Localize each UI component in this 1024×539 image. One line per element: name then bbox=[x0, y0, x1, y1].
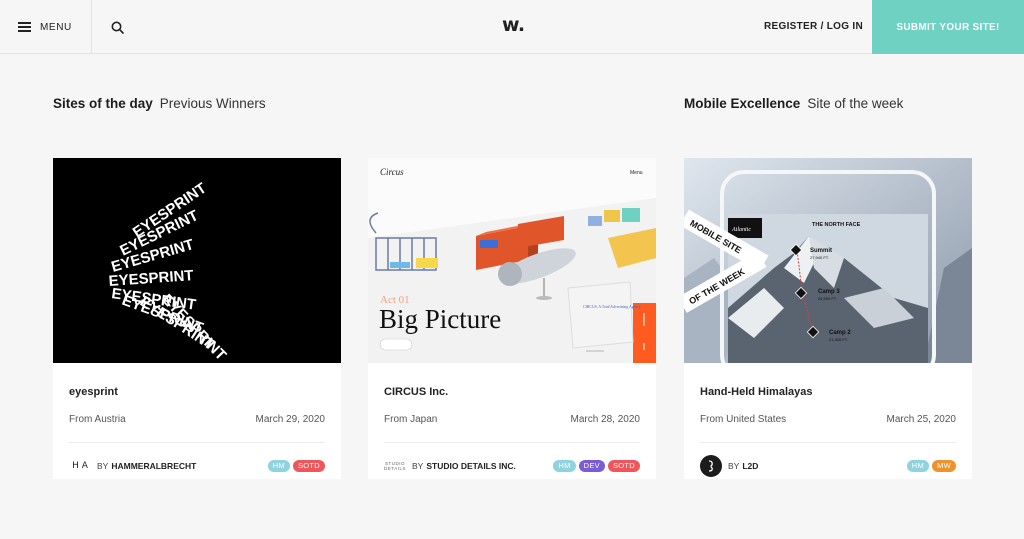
mobile-excellence-tab[interactable]: Mobile Excellence bbox=[684, 96, 800, 111]
brand-logo: THE NORTH FACE bbox=[812, 222, 861, 228]
tag-hm[interactable]: HM bbox=[553, 460, 576, 472]
search-icon bbox=[111, 21, 124, 34]
circus-brand: Circus bbox=[380, 167, 404, 177]
card-date: March 25, 2020 bbox=[886, 414, 957, 425]
circus-headline: Big Picture bbox=[379, 304, 501, 334]
point-summit-alt: 27,940 FT. bbox=[810, 255, 829, 260]
top-nav: MENU w. REGISTER / LOG IN SUBMIT YOUR SI… bbox=[0, 0, 1024, 54]
circus-menu: Menu bbox=[630, 170, 643, 176]
card-country: From Austria bbox=[69, 414, 126, 425]
menu-button[interactable]: MENU bbox=[0, 0, 92, 54]
site-of-the-week-link[interactable]: Site of the week bbox=[807, 96, 903, 111]
card-author: STUDIO DETAILS BY STUDIO DETAILS INC. bbox=[384, 455, 516, 477]
circus-artwork: CIRCUS, A Total Advertising Agency Circu… bbox=[368, 158, 656, 363]
search-button[interactable] bbox=[92, 0, 142, 54]
by-label: BY bbox=[728, 461, 740, 471]
sites-of-the-day-tab[interactable]: Sites of the day bbox=[53, 96, 153, 111]
card-title[interactable]: CIRCUS Inc. bbox=[384, 386, 448, 398]
submit-site-button[interactable]: SUBMIT YOUR SITE! bbox=[872, 0, 1024, 54]
studio-details-logo[interactable]: STUDIO DETAILS bbox=[384, 455, 406, 477]
site-thumbnail[interactable]: CIRCUS, A Total Advertising Agency Circu… bbox=[368, 158, 656, 363]
card-divider bbox=[384, 442, 640, 443]
card-author: BY L2D bbox=[700, 455, 758, 477]
studio-details-logo-text: STUDIO DETAILS bbox=[384, 461, 406, 471]
award-tags: HM SOTD bbox=[267, 460, 325, 472]
site-thumbnail[interactable]: Summit 27,940 FT. Camp 3 24,500 FT. Camp… bbox=[684, 158, 972, 363]
author-name[interactable]: L2D bbox=[742, 461, 758, 471]
awwwards-logo[interactable]: w. bbox=[502, 14, 525, 36]
card-title[interactable]: Hand-Held Himalayas bbox=[700, 386, 812, 398]
award-tags: HM DEV SOTD bbox=[553, 460, 640, 472]
himalayas-artwork: Summit 27,940 FT. Camp 3 24,500 FT. Camp… bbox=[684, 158, 972, 363]
tag-hm[interactable]: HM bbox=[267, 460, 290, 472]
tag-sotd[interactable]: SOTD bbox=[607, 460, 640, 472]
card-title[interactable]: eyesprint bbox=[69, 386, 118, 398]
author-name[interactable]: STUDIO DETAILS INC. bbox=[426, 461, 516, 471]
point-camp2-alt: 21,300 FT. bbox=[829, 337, 848, 342]
card-date: March 28, 2020 bbox=[570, 414, 641, 425]
author-name[interactable]: HAMMERALBRECHT bbox=[111, 461, 196, 471]
tag-mw[interactable]: MW bbox=[932, 460, 956, 472]
point-camp2: Camp 2 bbox=[829, 330, 851, 336]
mobile-excellence-heading: Mobile Excellence Site of the week bbox=[684, 96, 903, 111]
sites-of-the-day-heading: Sites of the day Previous Winners bbox=[53, 96, 266, 111]
award-tags: HM MW bbox=[906, 460, 956, 472]
site-card-hand-held-himalayas[interactable]: Summit 27,940 FT. Camp 3 24,500 FT. Camp… bbox=[684, 158, 972, 479]
point-summit: Summit bbox=[810, 248, 832, 254]
card-divider bbox=[700, 442, 956, 443]
site-card-circus[interactable]: CIRCUS, A Total Advertising Agency Circu… bbox=[368, 158, 656, 479]
tag-sotd[interactable]: SOTD bbox=[292, 460, 325, 472]
by-label: BY bbox=[97, 461, 109, 471]
hamburger-icon bbox=[18, 22, 31, 32]
tag-dev[interactable]: DEV bbox=[578, 460, 605, 472]
hammeralbrecht-logo[interactable]: H A bbox=[69, 455, 91, 477]
previous-winners-link[interactable]: Previous Winners bbox=[160, 96, 266, 111]
l2d-avatar[interactable] bbox=[700, 455, 722, 477]
card-author: H A BY HAMMERALBRECHT bbox=[69, 455, 196, 477]
register-login-link[interactable]: REGISTER / LOG IN bbox=[764, 21, 863, 32]
site-thumbnail[interactable]: EYESPRINT EYESPRINT EYESPRINT EYESPRINT … bbox=[53, 158, 341, 363]
point-camp3: Camp 3 bbox=[818, 289, 840, 295]
eyesprint-artwork: EYESPRINT EYESPRINT EYESPRINT EYESPRINT … bbox=[108, 180, 229, 363]
publisher-logo: Atlantic bbox=[731, 227, 751, 233]
card-divider bbox=[69, 442, 325, 443]
hammeralbrecht-logo-text: H A bbox=[72, 460, 88, 471]
card-country: From United States bbox=[700, 414, 787, 425]
card-date: March 29, 2020 bbox=[255, 414, 326, 425]
menu-label: MENU bbox=[40, 21, 72, 33]
tag-hm[interactable]: HM bbox=[906, 460, 930, 472]
site-card-eyesprint[interactable]: EYESPRINT EYESPRINT EYESPRINT EYESPRINT … bbox=[53, 158, 341, 479]
point-camp3-alt: 24,500 FT. bbox=[818, 296, 837, 301]
l2d-logo-icon bbox=[700, 455, 722, 477]
card-country: From Japan bbox=[384, 414, 438, 425]
by-label: BY bbox=[412, 461, 424, 471]
